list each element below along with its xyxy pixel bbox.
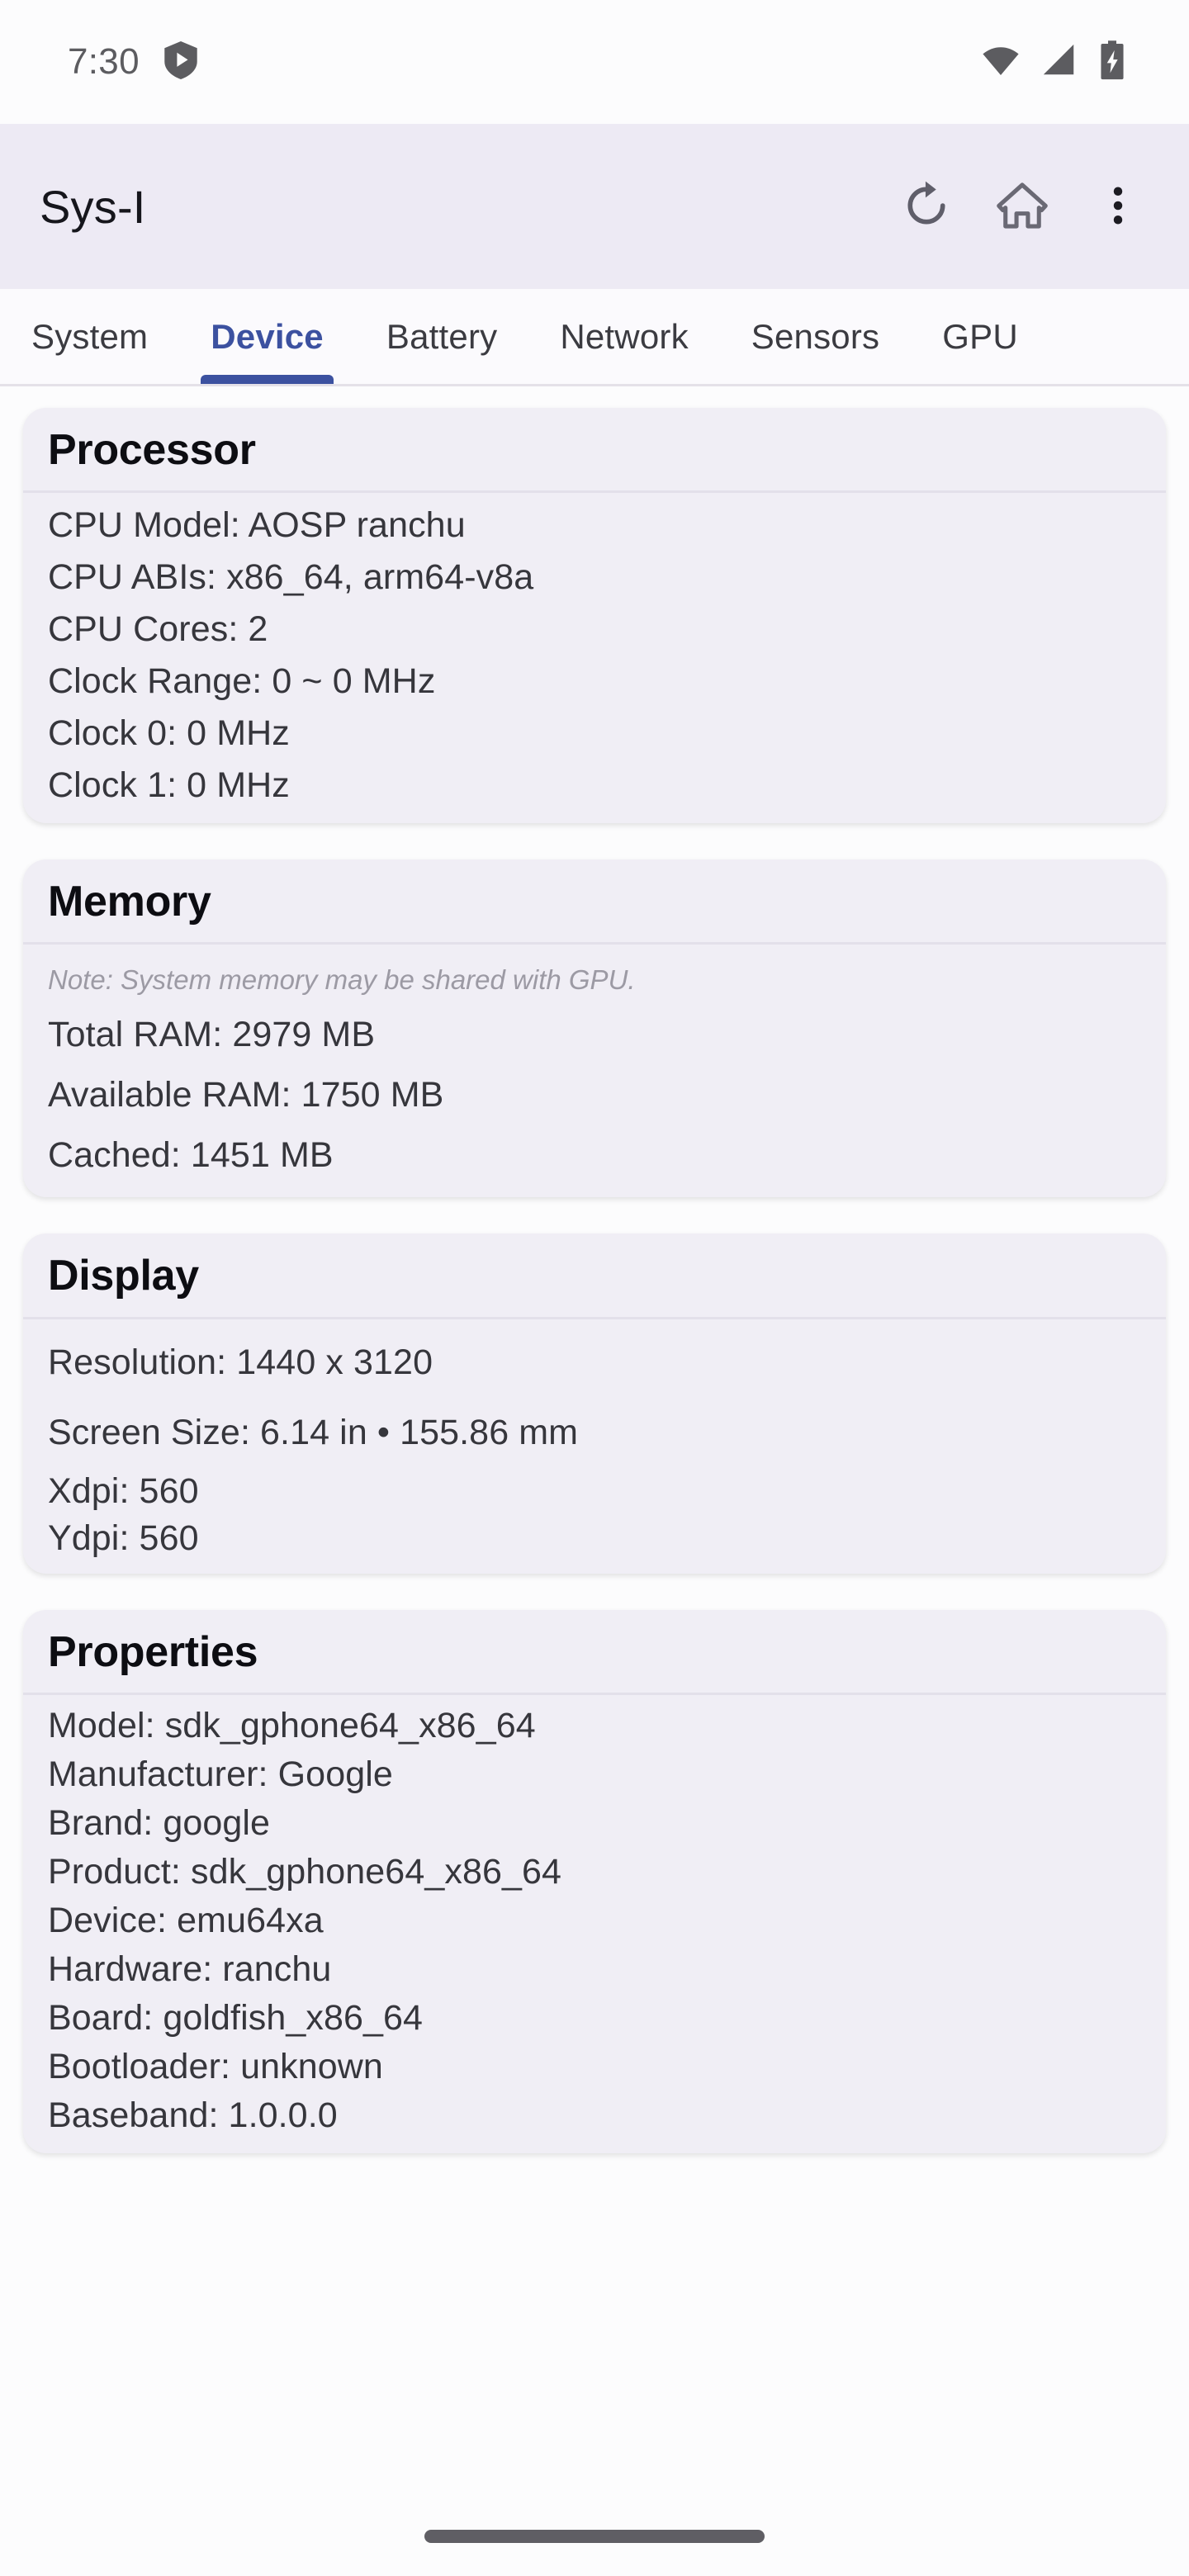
home-button[interactable] [979,163,1065,249]
refresh-icon [900,179,953,234]
wifi-icon [981,40,1021,84]
card-title: Properties [48,1627,258,1676]
card-body: Note: System memory may be shared with G… [23,945,1166,1197]
card-header: Memory [23,859,1166,945]
card-body: CPU Model: AOSP ranchu CPU ABIs: x86_64,… [23,493,1166,823]
refresh-button[interactable] [883,163,969,249]
info-row: Manufacturer: Google [48,1754,393,1794]
info-row: Bootloader: unknown [48,2046,383,2086]
card-title: Memory [48,878,211,926]
overflow-menu-icon [1095,182,1141,231]
info-row: Cached: 1451 MB [48,1135,334,1176]
tab-network[interactable]: Network [528,289,719,384]
card-title: Display [48,1252,199,1300]
gesture-home-handle[interactable] [424,2530,765,2543]
info-row: Available RAM: 1750 MB [48,1075,444,1115]
tab-gpu[interactable]: GPU [911,289,1049,384]
tab-label: Device [211,316,324,356]
memory-note: Note: System memory may be shared with G… [48,964,636,996]
card-header: Processor [23,408,1166,494]
tab-system[interactable]: System [0,289,179,384]
system-navigation-bar [0,2497,1189,2576]
card-header: Properties [23,1610,1166,1695]
card-body: Resolution: 1440 x 3120 Screen Size: 6.1… [23,1319,1166,1574]
tab-bar[interactable]: System Device Battery Network Sensors GP… [0,289,1189,386]
card-properties: Properties Model: sdk_gphone64_x86_64 Ma… [23,1609,1166,2153]
status-clock: 7:30 [68,41,140,82]
card-processor: Processor CPU Model: AOSP ranchu CPU ABI… [23,408,1166,824]
status-bar-left: 7:30 [46,40,197,83]
overflow-menu-button[interactable] [1075,163,1161,249]
device-info-list: Processor CPU Model: AOSP ranchu CPU ABI… [0,386,1189,2576]
app-bar-actions [883,163,1161,249]
card-header: Display [23,1234,1166,1319]
info-row: Baseband: 1.0.0.0 [48,2095,338,2135]
tab-sensors[interactable]: Sensors [720,289,911,384]
info-row: Clock Range: 0 ~ 0 MHz [48,661,436,702]
info-row: Clock 1: 0 MHz [48,765,290,806]
info-row: Device: emu64xa [48,1900,324,1940]
battery-charging-icon [1098,40,1126,85]
app-title: Sys-I [40,180,146,233]
info-row: CPU Cores: 2 [48,609,268,650]
info-row: Screen Size: 6.14 in • 155.86 mm [48,1412,579,1452]
info-row: CPU ABIs: x86_64, arm64-v8a [48,557,534,598]
tab-device[interactable]: Device [179,289,355,384]
card-display: Display Resolution: 1440 x 3120 Screen S… [23,1234,1166,1574]
tab-label: Battery [386,316,498,356]
info-row: Total RAM: 2979 MB [48,1015,376,1055]
info-row: Brand: google [48,1802,271,1843]
app-bar: Sys-I [0,124,1189,289]
tab-label: Sensors [751,316,880,356]
info-row: Resolution: 1440 x 3120 [48,1342,433,1382]
info-row: CPU Model: AOSP ranchu [48,505,466,546]
shield-play-icon [164,40,197,83]
info-row: Model: sdk_gphone64_x86_64 [48,1705,536,1745]
cellular-signal-icon [1040,41,1078,83]
tab-battery[interactable]: Battery [355,289,528,384]
tab-label: System [31,316,149,356]
info-row: Board: goldfish_x86_64 [48,1997,424,2038]
status-bar-right [981,40,1143,85]
info-row: Product: sdk_gphone64_x86_64 [48,1851,562,1892]
device-screen: 7:30 Sys-I System Device Battery Network… [0,0,1189,2576]
card-title: Processor [48,426,256,474]
tab-label: GPU [942,316,1018,356]
info-row: Clock 0: 0 MHz [48,713,290,754]
card-memory: Memory Note: System memory may be shared… [23,859,1166,1198]
tab-label: Network [560,316,689,356]
home-icon [996,179,1049,234]
info-row: Xdpi: 560 [48,1470,199,1511]
card-body: Model: sdk_gphone64_x86_64 Manufacturer:… [23,1695,1166,2153]
info-row: Ydpi: 560 [48,1518,199,1558]
info-row: Hardware: ranchu [48,1949,332,1989]
status-bar: 7:30 [0,0,1189,124]
